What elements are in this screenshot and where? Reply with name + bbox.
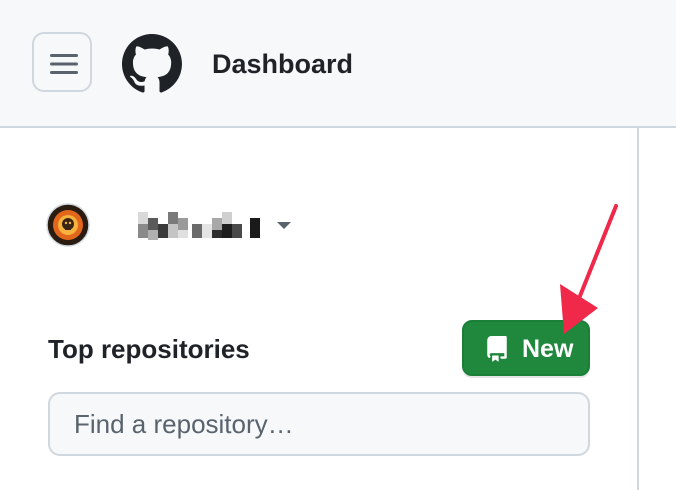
new-repository-button[interactable]: New [462,320,590,376]
page-title: Dashboard [212,49,354,79]
top-header: Dashboard [0,0,676,128]
hamburger-icon [50,54,78,74]
annotation-arrow [560,204,618,334]
user-avatar[interactable] [46,203,90,247]
github-mark-icon[interactable] [122,34,182,94]
column-divider [637,128,639,490]
repo-icon [487,336,507,362]
caret-down-icon[interactable] [276,221,292,231]
find-repository-input[interactable] [48,392,590,456]
username-pixelated[interactable] [130,210,266,240]
top-repositories-heading: Top repositories [48,334,250,364]
menu-button[interactable] [32,32,92,92]
new-button-label: New [522,335,574,363]
